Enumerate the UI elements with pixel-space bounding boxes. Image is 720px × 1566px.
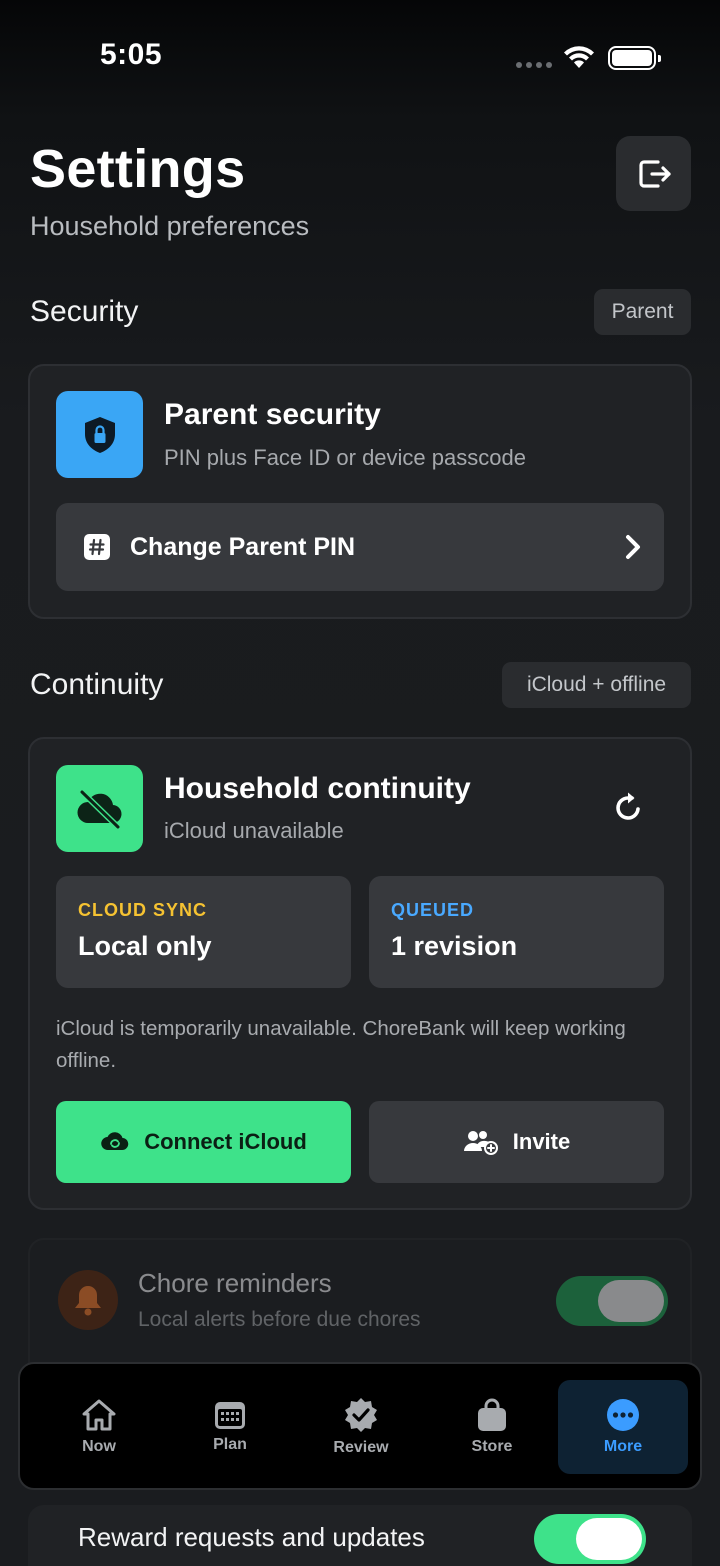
status-time: 5:05 [100, 38, 163, 71]
cloud-sync-stat: CLOUD SYNC Local only [56, 876, 351, 988]
checkmark-seal-icon [345, 1398, 377, 1432]
reward-requests-title: Reward requests and updates [78, 1522, 425, 1552]
sign-out-button[interactable] [616, 136, 691, 211]
invite-button[interactable]: Invite [369, 1101, 664, 1183]
security-section-title: Security [30, 295, 139, 328]
icloud-sync-icon [101, 1132, 129, 1151]
calendar-icon [215, 1402, 245, 1429]
page-subtitle: Household preferences [30, 211, 310, 241]
household-continuity-subtitle: iCloud unavailable [164, 818, 344, 843]
page-title: Settings [30, 139, 246, 199]
queued-label: QUEUED [391, 900, 475, 920]
parent-security-subtitle: PIN plus Face ID or device passcode [164, 445, 526, 470]
tab-review[interactable]: Review [296, 1380, 426, 1474]
refresh-button[interactable] [610, 790, 646, 826]
continuity-note: iCloud is temporarily unavailable. Chore… [56, 1017, 626, 1072]
continuity-tile [56, 765, 143, 852]
connect-icloud-button[interactable]: Connect iCloud [56, 1101, 351, 1183]
cellular-signal-icon [516, 62, 552, 68]
refresh-icon [616, 792, 640, 820]
tab-review-label: Review [333, 1439, 389, 1456]
battery-icon [608, 46, 661, 70]
security-tile [56, 391, 143, 478]
wifi-icon [564, 46, 594, 68]
invite-label: Invite [512, 1129, 571, 1154]
cloud-sync-value: Local only [78, 931, 212, 961]
cloud-sync-label: CLOUD SYNC [78, 900, 208, 920]
continuity-section-title: Continuity [30, 668, 164, 701]
reward-requests-toggle[interactable] [534, 1514, 646, 1564]
change-parent-pin-label: Change Parent PIN [130, 532, 356, 561]
tab-now-label: Now [82, 1438, 116, 1455]
queued-value: 1 revision [391, 931, 518, 961]
change-parent-pin-button[interactable]: Change Parent PIN [56, 503, 664, 591]
tab-more[interactable]: More [558, 1380, 688, 1474]
bell-tile [58, 1270, 118, 1330]
tab-store-label: Store [471, 1438, 513, 1455]
number-square-icon [84, 534, 110, 560]
add-people-icon [463, 1131, 498, 1155]
parent-security-title: Parent security [164, 398, 381, 431]
bell-icon [75, 1286, 101, 1316]
security-role-badge: Parent [594, 289, 691, 335]
sign-out-icon [638, 159, 671, 188]
lock-shield-icon [84, 416, 115, 453]
cloud-slash-icon [77, 788, 122, 830]
chevron-right-icon [626, 535, 640, 559]
chore-reminders-toggle[interactable] [556, 1276, 668, 1326]
tab-store[interactable]: Store [427, 1380, 557, 1474]
tab-now[interactable]: Now [34, 1380, 164, 1474]
toggle-knob [598, 1280, 664, 1322]
household-continuity-title: Household continuity [164, 772, 471, 805]
toggle-knob [576, 1518, 642, 1560]
tab-bar: Now Plan Review Store More [18, 1362, 702, 1490]
tab-more-label: More [603, 1438, 643, 1455]
ellipsis-circle-icon [607, 1399, 639, 1431]
tab-plan-label: Plan [213, 1436, 247, 1453]
chore-reminders-subtitle: Local alerts before due chores [138, 1308, 421, 1331]
house-icon [82, 1399, 116, 1431]
continuity-badge: iCloud + offline [502, 662, 691, 708]
tab-plan[interactable]: Plan [165, 1380, 295, 1474]
chore-reminders-title: Chore reminders [138, 1268, 332, 1298]
connect-icloud-label: Connect iCloud [144, 1129, 307, 1154]
bag-icon [478, 1398, 506, 1431]
queued-stat: QUEUED 1 revision [369, 876, 664, 988]
